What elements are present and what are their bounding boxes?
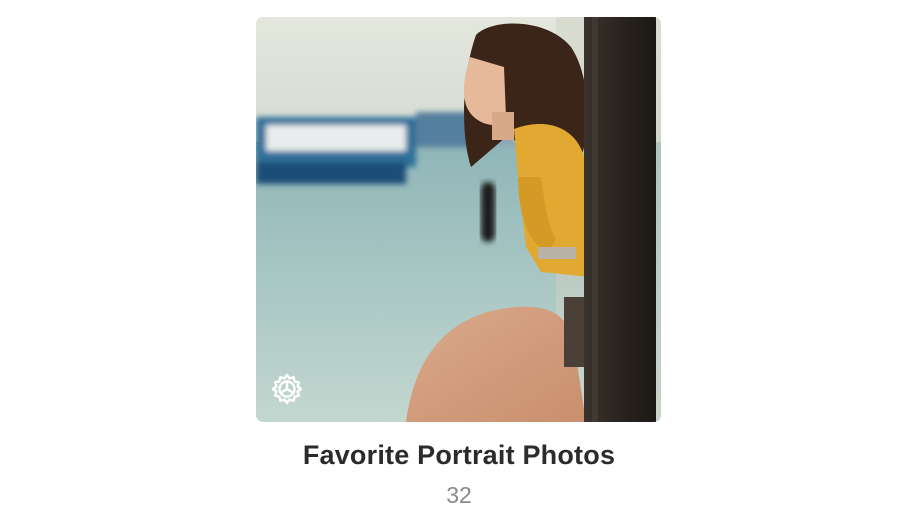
album-cover-photo [256, 17, 661, 422]
album-thumbnail[interactable] [256, 17, 661, 422]
album-photo-count: 32 [446, 482, 472, 508]
album-title[interactable]: Favorite Portrait Photos [0, 440, 918, 471]
gear-icon [268, 372, 306, 410]
